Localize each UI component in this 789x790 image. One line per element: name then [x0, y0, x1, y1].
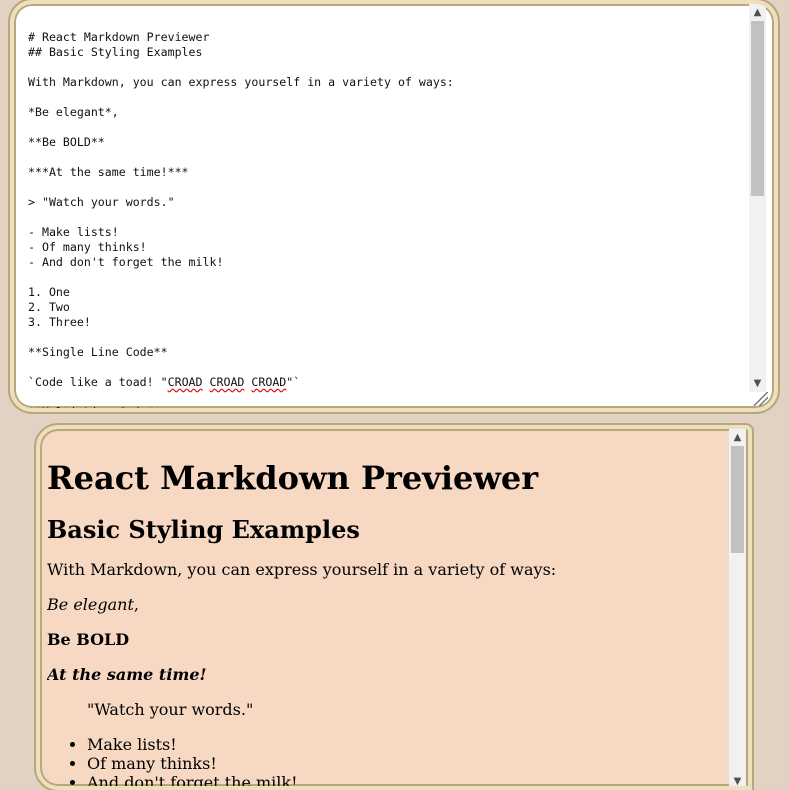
editor-line: - And don't forget the milk!	[28, 255, 224, 269]
markdown-editor-frame: # React Markdown Previewer ## Basic Styl…	[10, 0, 778, 412]
editor-line: **Be BOLD**	[28, 135, 105, 149]
preview-italic-text: Be elegant	[47, 595, 134, 614]
list-item: Of many thinks!	[87, 754, 724, 773]
editor-line: - Make lists!	[28, 225, 119, 239]
spellcheck-word: CROAD	[209, 375, 245, 389]
list-item: Make lists!	[87, 735, 724, 754]
editor-scrollbar[interactable]: ▲ ▼	[749, 4, 766, 392]
preview-blockquote: "Watch your words."	[87, 700, 254, 719]
scroll-up-icon[interactable]: ▲	[749, 4, 766, 21]
markdown-editor-textarea[interactable]: # React Markdown Previewer ## Basic Styl…	[28, 30, 750, 408]
preview-paragraph-bold-italic: At the same time!	[47, 665, 724, 684]
preview-bold-text: Be BOLD	[47, 630, 130, 649]
preview-heading-1: React Markdown Previewer	[47, 459, 539, 497]
preview-paragraph-bold: Be BOLD	[47, 630, 724, 649]
preview-paragraph-intro: With Markdown, you can express yourself …	[47, 560, 557, 579]
scroll-up-icon[interactable]: ▲	[729, 429, 746, 446]
editor-line: With Markdown, you can express yourself …	[28, 75, 454, 89]
editor-line: **Single Line Code**	[28, 345, 168, 359]
editor-line-code: `Code like a toad! "CROAD CROAD CROAD"`	[28, 375, 301, 389]
editor-scroll-thumb[interactable]	[751, 21, 764, 196]
editor-line: > "Watch your words."	[28, 195, 175, 209]
editor-line: 3. Three!	[28, 315, 91, 329]
editor-line: *Be elegant*,	[28, 105, 119, 119]
list-item: And don't forget the milk!	[87, 773, 724, 786]
scroll-down-icon[interactable]: ▼	[729, 773, 746, 786]
preview-comma: ,	[133, 595, 139, 614]
editor-line: # React Markdown Previewer	[28, 30, 210, 44]
markdown-preview-frame: React Markdown Previewer Basic Styling E…	[36, 425, 752, 790]
spellcheck-word: CROAD	[251, 375, 287, 389]
preview-bullet-list: Make lists! Of many thinks! And don't fo…	[47, 735, 724, 786]
preview-paragraph-elegant: Be elegant,	[47, 595, 724, 614]
editor-line: ## Basic Styling Examples	[28, 45, 203, 59]
editor-line: **Multi-Line Code**	[28, 405, 161, 408]
preview-scroll-thumb[interactable]	[731, 446, 744, 553]
scroll-down-icon[interactable]: ▼	[749, 375, 766, 392]
preview-scrollbar[interactable]: ▲ ▼	[729, 429, 746, 786]
preview-heading-2: Basic Styling Examples	[47, 515, 360, 544]
resize-handle-icon[interactable]	[754, 392, 768, 406]
markdown-preview: React Markdown Previewer Basic Styling E…	[47, 429, 724, 786]
editor-line: 1. One	[28, 285, 70, 299]
editor-line: - Of many thinks!	[28, 240, 147, 254]
preview-bold-italic-text: At the same time!	[47, 665, 207, 684]
editor-line: 2. Two	[28, 300, 70, 314]
spellcheck-word: CROAD	[167, 375, 203, 389]
editor-line: ***At the same time!***	[28, 165, 189, 179]
